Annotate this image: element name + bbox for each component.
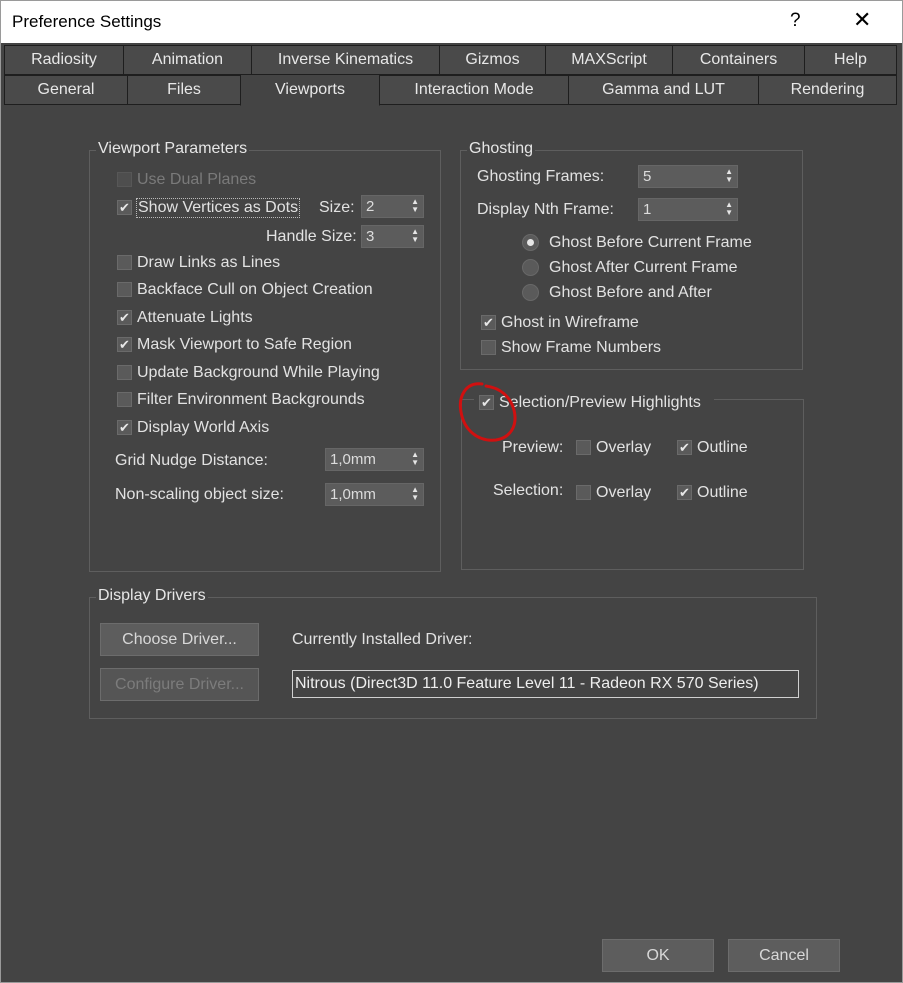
draw-links-label: Draw Links as Lines [137, 254, 281, 271]
update-background-label: Update Background While Playing [137, 364, 380, 381]
ghost-in-wireframe-label: Ghost in Wireframe [501, 314, 639, 331]
attenuate-lights-checkbox[interactable]: ✔ [117, 310, 132, 325]
handle-size-spinner[interactable]: 3 ▲ ▼ [361, 225, 424, 248]
choose-driver-button[interactable]: Choose Driver... [100, 623, 259, 656]
show-vertices-checkbox[interactable]: ✔ [117, 200, 132, 215]
preview-overlay-label: Overlay [596, 439, 652, 456]
ok-button[interactable]: OK [602, 939, 714, 972]
cancel-button[interactable]: Cancel [728, 939, 840, 972]
spinner-arrows-icon[interactable]: ▲ ▼ [725, 168, 733, 184]
use-dual-planes-label: Use Dual Planes [137, 171, 257, 188]
group-title: Display Drivers [96, 587, 208, 605]
backface-cull-checkbox[interactable] [117, 282, 132, 297]
preview-overlay-checkbox[interactable] [576, 440, 591, 455]
ghost-after-radio[interactable] [522, 259, 539, 276]
ghosting-frames-value: 5 [643, 168, 652, 185]
tab-gizmos[interactable]: Gizmos [439, 45, 546, 75]
draw-links-checkbox[interactable] [117, 255, 132, 270]
grid-nudge-spinner[interactable]: 1,0mm ▲ ▼ [325, 448, 424, 471]
handle-size-label: Handle Size: [266, 228, 357, 245]
grid-nudge-label: Grid Nudge Distance: [115, 452, 268, 469]
spinner-arrows-icon[interactable]: ▲ ▼ [411, 451, 419, 467]
selection-overlay-checkbox[interactable] [576, 485, 591, 500]
tab-interaction-mode[interactable]: Interaction Mode [379, 75, 569, 105]
mask-viewport-checkbox[interactable]: ✔ [117, 337, 132, 352]
display-world-axis-label: Display World Axis [137, 419, 270, 436]
size-label: Size: [319, 199, 355, 216]
installed-driver-label: Currently Installed Driver: [292, 631, 473, 648]
tab-maxscript[interactable]: MAXScript [545, 45, 673, 75]
display-nth-frame-value: 1 [643, 201, 652, 218]
tab-general[interactable]: General [4, 75, 128, 105]
ghosting-frames-label: Ghosting Frames: [477, 168, 605, 185]
handle-size-value: 3 [366, 228, 375, 245]
tab-inverse-kinematics[interactable]: Inverse Kinematics [251, 45, 440, 75]
display-nth-frame-spinner[interactable]: 1 ▲ ▼ [638, 198, 738, 221]
tab-rendering[interactable]: Rendering [758, 75, 897, 105]
ghost-before-and-after-label: Ghost Before and After [549, 284, 712, 301]
window-title: Preference Settings [12, 12, 162, 31]
tab-radiosity[interactable]: Radiosity [4, 45, 124, 75]
tab-strip: Radiosity Animation Inverse Kinematics G… [0, 43, 903, 107]
use-dual-planes-checkbox[interactable] [117, 172, 132, 187]
size-spinner[interactable]: 2 ▲ ▼ [361, 195, 424, 218]
preview-outline-checkbox[interactable]: ✔ [677, 440, 692, 455]
mask-viewport-label: Mask Viewport to Safe Region [137, 336, 352, 353]
ghost-before-radio[interactable] [522, 234, 539, 251]
spinner-arrows-icon[interactable]: ▲ ▼ [411, 228, 419, 244]
preview-outline-label: Outline [697, 439, 748, 456]
selection-label: Selection: [493, 482, 564, 499]
ghost-before-label: Ghost Before Current Frame [549, 234, 752, 251]
ghost-in-wireframe-checkbox[interactable]: ✔ [481, 315, 496, 330]
display-world-axis-checkbox[interactable]: ✔ [117, 420, 132, 435]
display-nth-frame-label: Display Nth Frame: [477, 201, 614, 218]
group-title: Viewport Parameters [96, 140, 250, 158]
tab-files[interactable]: Files [127, 75, 241, 105]
help-button[interactable]: ? [790, 10, 801, 32]
ghost-before-and-after-radio[interactable] [522, 284, 539, 301]
show-frame-numbers-label: Show Frame Numbers [501, 339, 662, 356]
filter-environment-label: Filter Environment Backgrounds [137, 391, 365, 408]
attenuate-lights-label: Attenuate Lights [137, 309, 253, 326]
tab-containers[interactable]: Containers [672, 45, 805, 75]
ghosting-frames-spinner[interactable]: 5 ▲ ▼ [638, 165, 738, 188]
spinner-arrows-icon[interactable]: ▲ ▼ [725, 201, 733, 217]
tab-viewports[interactable]: Viewports [240, 74, 380, 106]
close-button[interactable]: ✕ [853, 8, 871, 32]
tab-help[interactable]: Help [804, 45, 897, 75]
non-scaling-value: 1,0mm [330, 486, 376, 503]
update-background-checkbox[interactable] [117, 365, 132, 380]
title-bar: Preference Settings ? ✕ [0, 0, 903, 43]
selection-outline-label: Outline [697, 484, 748, 501]
spinner-arrows-icon[interactable]: ▲ ▼ [411, 198, 419, 214]
annotation-circle [458, 382, 517, 442]
ghost-after-label: Ghost After Current Frame [549, 259, 738, 276]
size-value: 2 [366, 198, 375, 215]
installed-driver-field[interactable]: Nitrous (Direct3D 11.0 Feature Level 11 … [292, 670, 799, 698]
configure-driver-button[interactable]: Configure Driver... [100, 668, 259, 701]
filter-environment-checkbox[interactable] [117, 392, 132, 407]
non-scaling-spinner[interactable]: 1,0mm ▲ ▼ [325, 483, 424, 506]
selection-outline-checkbox[interactable]: ✔ [677, 485, 692, 500]
tab-animation[interactable]: Animation [123, 45, 252, 75]
grid-nudge-value: 1,0mm [330, 451, 376, 468]
selection-preview-highlights-label: Selection/Preview Highlights [499, 394, 701, 411]
spinner-arrows-icon[interactable]: ▲ ▼ [411, 486, 419, 502]
backface-cull-label: Backface Cull on Object Creation [137, 281, 373, 298]
group-title: Ghosting [467, 140, 536, 158]
tab-gamma-and-lut[interactable]: Gamma and LUT [568, 75, 759, 105]
show-vertices-label: Show Vertices as Dots [136, 198, 301, 218]
show-frame-numbers-checkbox[interactable] [481, 340, 496, 355]
non-scaling-label: Non-scaling object size: [115, 486, 284, 503]
selection-overlay-label: Overlay [596, 484, 652, 501]
